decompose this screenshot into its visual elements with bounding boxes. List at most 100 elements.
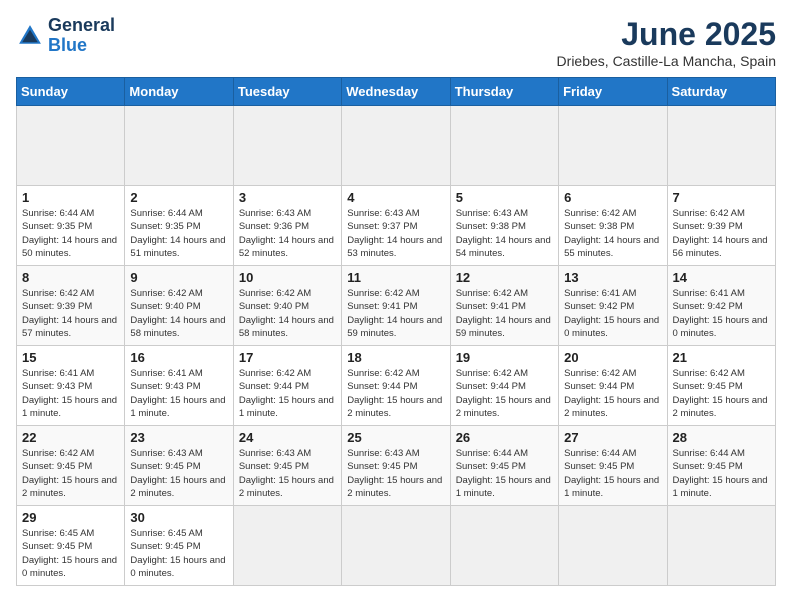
day-info: Sunrise: 6:44 AM Sunset: 9:35 PM Dayligh… — [130, 207, 227, 260]
weekday-saturday: Saturday — [667, 78, 775, 106]
day-info: Sunrise: 6:43 AM Sunset: 9:38 PM Dayligh… — [456, 207, 553, 260]
day-info: Sunrise: 6:41 AM Sunset: 9:43 PM Dayligh… — [130, 367, 227, 420]
day-info: Sunrise: 6:42 AM Sunset: 9:38 PM Dayligh… — [564, 207, 661, 260]
day-cell: 2 Sunrise: 6:44 AM Sunset: 9:35 PM Daylig… — [125, 186, 233, 266]
day-info: Sunrise: 6:44 AM Sunset: 9:35 PM Dayligh… — [22, 207, 119, 260]
week-row-3: 15 Sunrise: 6:41 AM Sunset: 9:43 PM Dayli… — [17, 346, 776, 426]
day-cell: 8Sunrise: 6:42 AM Sunset: 9:39 PM Daylig… — [17, 266, 125, 346]
day-cell: 23 Sunrise: 6:43 AM Sunset: 9:45 PM Dayli… — [125, 426, 233, 506]
day-number: 18 — [347, 350, 444, 365]
day-number: 20 — [564, 350, 661, 365]
day-info: Sunrise: 6:45 AM Sunset: 9:45 PM Dayligh… — [130, 527, 227, 580]
day-info: Sunrise: 6:42 AM Sunset: 9:40 PM Dayligh… — [130, 287, 227, 340]
day-number: 21 — [673, 350, 770, 365]
day-info: Sunrise: 6:42 AM Sunset: 9:39 PM Dayligh… — [673, 207, 770, 260]
subtitle: Driebes, Castille-La Mancha, Spain — [557, 53, 776, 69]
day-number: 28 — [673, 430, 770, 445]
day-info: Sunrise: 6:42 AM Sunset: 9:45 PM Dayligh… — [673, 367, 770, 420]
day-info: Sunrise: 6:43 AM Sunset: 9:37 PM Dayligh… — [347, 207, 444, 260]
day-cell: 15 Sunrise: 6:41 AM Sunset: 9:43 PM Dayli… — [17, 346, 125, 426]
day-cell: 26Sunrise: 6:44 AM Sunset: 9:45 PM Dayli… — [450, 426, 558, 506]
day-number: 9 — [130, 270, 227, 285]
day-number: 13 — [564, 270, 661, 285]
day-cell — [233, 106, 341, 186]
day-cell: 1Sunrise: 6:44 AM Sunset: 9:35 PM Daylig… — [17, 186, 125, 266]
day-number: 27 — [564, 430, 661, 445]
day-cell: 27 Sunrise: 6:44 AM Sunset: 9:45 PM Dayli… — [559, 426, 667, 506]
day-number: 8 — [22, 270, 119, 285]
day-info: Sunrise: 6:42 AM Sunset: 9:44 PM Dayligh… — [347, 367, 444, 420]
day-cell: 22Sunrise: 6:42 AM Sunset: 9:45 PM Dayli… — [17, 426, 125, 506]
weekday-friday: Friday — [559, 78, 667, 106]
day-info: Sunrise: 6:42 AM Sunset: 9:41 PM Dayligh… — [347, 287, 444, 340]
day-number: 19 — [456, 350, 553, 365]
day-cell: 12 Sunrise: 6:42 AM Sunset: 9:41 PM Dayli… — [450, 266, 558, 346]
day-info: Sunrise: 6:43 AM Sunset: 9:45 PM Dayligh… — [130, 447, 227, 500]
day-number: 14 — [673, 270, 770, 285]
day-cell: 17Sunrise: 6:42 AM Sunset: 9:44 PM Dayli… — [233, 346, 341, 426]
day-number: 6 — [564, 190, 661, 205]
day-cell: 5Sunrise: 6:43 AM Sunset: 9:38 PM Daylig… — [450, 186, 558, 266]
day-info: Sunrise: 6:42 AM Sunset: 9:44 PM Dayligh… — [456, 367, 553, 420]
weekday-monday: Monday — [125, 78, 233, 106]
day-cell: 16 Sunrise: 6:41 AM Sunset: 9:43 PM Dayli… — [125, 346, 233, 426]
day-number: 16 — [130, 350, 227, 365]
day-cell — [559, 506, 667, 586]
week-row-2: 8Sunrise: 6:42 AM Sunset: 9:39 PM Daylig… — [17, 266, 776, 346]
week-row-4: 22Sunrise: 6:42 AM Sunset: 9:45 PM Dayli… — [17, 426, 776, 506]
day-info: Sunrise: 6:43 AM Sunset: 9:36 PM Dayligh… — [239, 207, 336, 260]
weekday-wednesday: Wednesday — [342, 78, 450, 106]
day-info: Sunrise: 6:41 AM Sunset: 9:43 PM Dayligh… — [22, 367, 119, 420]
header: General Blue June 2025 Driebes, Castille… — [16, 16, 776, 69]
month-title: June 2025 — [557, 16, 776, 53]
day-number: 30 — [130, 510, 227, 525]
day-cell: 10 Sunrise: 6:42 AM Sunset: 9:40 PM Dayli… — [233, 266, 341, 346]
calendar-table: SundayMondayTuesdayWednesdayThursdayFrid… — [16, 77, 776, 586]
weekday-thursday: Thursday — [450, 78, 558, 106]
logo-blue: Blue — [48, 36, 115, 56]
day-cell: 19 Sunrise: 6:42 AM Sunset: 9:44 PM Dayli… — [450, 346, 558, 426]
week-row-5: 29 Sunrise: 6:45 AM Sunset: 9:45 PM Dayli… — [17, 506, 776, 586]
day-cell — [559, 106, 667, 186]
day-cell — [125, 106, 233, 186]
day-number: 12 — [456, 270, 553, 285]
weekday-sunday: Sunday — [17, 78, 125, 106]
day-number: 3 — [239, 190, 336, 205]
day-cell: 29Sunrise: 6:45 AM Sunset: 9:45 PM Dayli… — [17, 506, 125, 586]
day-cell: 11Sunrise: 6:42 AM Sunset: 9:41 PM Dayli… — [342, 266, 450, 346]
day-info: Sunrise: 6:42 AM Sunset: 9:41 PM Dayligh… — [456, 287, 553, 340]
day-number: 4 — [347, 190, 444, 205]
day-cell: 9 Sunrise: 6:42 AM Sunset: 9:40 PM Daylig… — [125, 266, 233, 346]
logo: General Blue — [16, 16, 115, 56]
day-number: 29 — [22, 510, 119, 525]
day-number: 7 — [673, 190, 770, 205]
day-info: Sunrise: 6:43 AM Sunset: 9:45 PM Dayligh… — [239, 447, 336, 500]
day-number: 22 — [22, 430, 119, 445]
day-cell: 3 Sunrise: 6:43 AM Sunset: 9:36 PM Daylig… — [233, 186, 341, 266]
day-cell: 18 Sunrise: 6:42 AM Sunset: 9:44 PM Dayli… — [342, 346, 450, 426]
day-cell: 30 Sunrise: 6:45 AM Sunset: 9:45 PM Dayli… — [125, 506, 233, 586]
day-info: Sunrise: 6:44 AM Sunset: 9:45 PM Dayligh… — [673, 447, 770, 500]
day-info: Sunrise: 6:44 AM Sunset: 9:45 PM Dayligh… — [564, 447, 661, 500]
day-number: 25 — [347, 430, 444, 445]
day-cell: 21 Sunrise: 6:42 AM Sunset: 9:45 PM Dayli… — [667, 346, 775, 426]
day-cell: 28 Sunrise: 6:44 AM Sunset: 9:45 PM Dayli… — [667, 426, 775, 506]
day-cell: 14 Sunrise: 6:41 AM Sunset: 9:42 PM Dayli… — [667, 266, 775, 346]
day-cell: 7 Sunrise: 6:42 AM Sunset: 9:39 PM Daylig… — [667, 186, 775, 266]
day-cell: 25Sunrise: 6:43 AM Sunset: 9:45 PM Dayli… — [342, 426, 450, 506]
day-info: Sunrise: 6:42 AM Sunset: 9:44 PM Dayligh… — [239, 367, 336, 420]
week-row-0 — [17, 106, 776, 186]
day-cell: 4 Sunrise: 6:43 AM Sunset: 9:37 PM Daylig… — [342, 186, 450, 266]
logo-general: General — [48, 16, 115, 36]
day-number: 10 — [239, 270, 336, 285]
day-number: 2 — [130, 190, 227, 205]
day-info: Sunrise: 6:41 AM Sunset: 9:42 PM Dayligh… — [673, 287, 770, 340]
day-cell — [450, 106, 558, 186]
day-cell — [342, 506, 450, 586]
day-info: Sunrise: 6:41 AM Sunset: 9:42 PM Dayligh… — [564, 287, 661, 340]
day-cell: 20Sunrise: 6:42 AM Sunset: 9:44 PM Dayli… — [559, 346, 667, 426]
day-info: Sunrise: 6:42 AM Sunset: 9:40 PM Dayligh… — [239, 287, 336, 340]
day-number: 23 — [130, 430, 227, 445]
day-cell — [450, 506, 558, 586]
day-number: 15 — [22, 350, 119, 365]
